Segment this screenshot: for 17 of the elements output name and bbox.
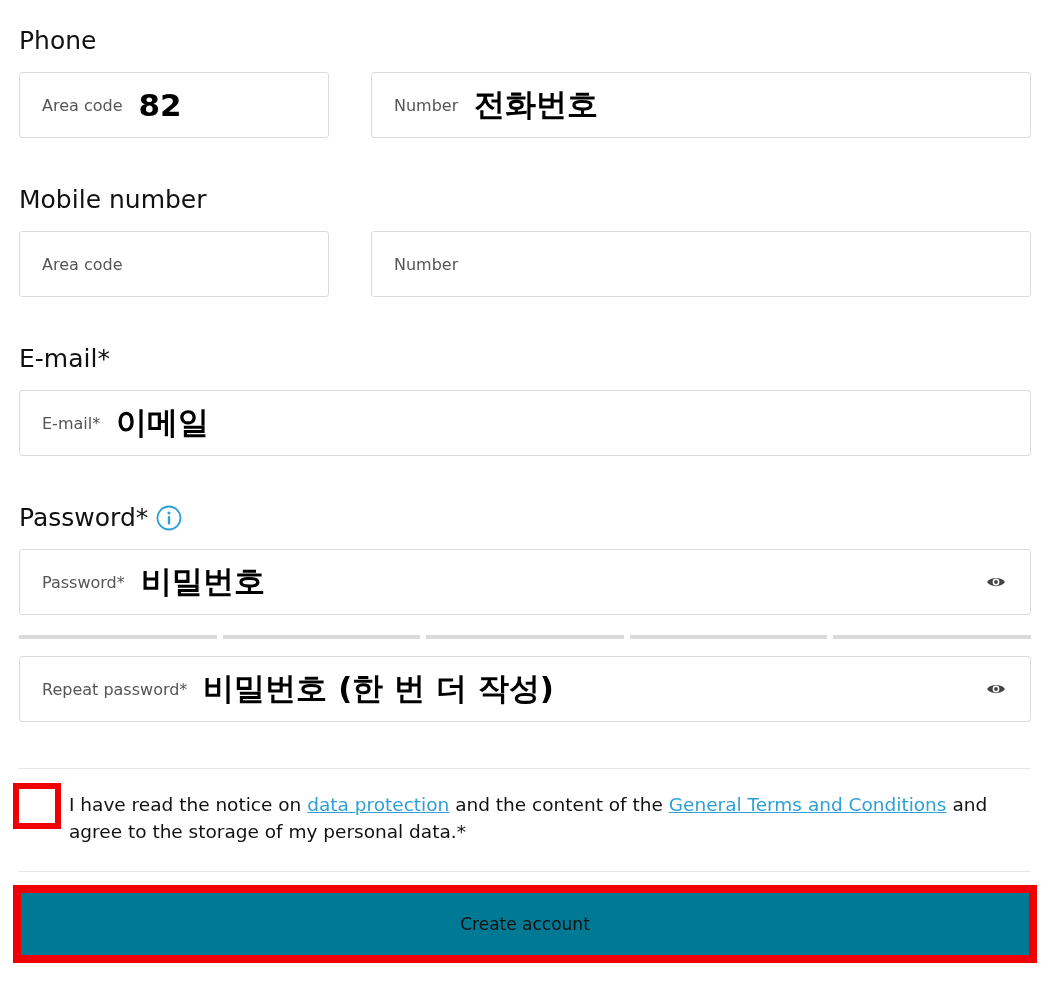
consent-text: I have read the notice on data protection and the content of the General Terms and Conditions and agree to the storage of my personal data.* <box>69 793 989 844</box>
input-field[interactable]: Repeat password* 비밀번호 (한 번 더 작성) <box>19 656 1031 722</box>
input-field[interactable]: Area code <box>19 231 329 297</box>
eye-icon[interactable] <box>986 682 1006 696</box>
input-field[interactable]: Number 전화번호 <box>371 72 1031 138</box>
section-label: Phone <box>19 25 97 57</box>
section-label: E-mail* <box>19 343 110 375</box>
info-icon[interactable] <box>156 505 183 531</box>
input-field[interactable]: Password* 비밀번호 <box>19 549 1031 615</box>
input-field[interactable]: Area code 82 <box>19 72 329 138</box>
section-label: Password* <box>19 502 149 534</box>
section-label: Mobile number <box>19 184 207 216</box>
input-field[interactable]: E-mail* 이메일 <box>19 390 1031 456</box>
input-field[interactable]: Number <box>371 231 1031 297</box>
create-account-button[interactable]: Create account <box>21 893 1029 955</box>
eye-icon[interactable] <box>986 575 1006 589</box>
checkbox[interactable] <box>13 783 61 829</box>
